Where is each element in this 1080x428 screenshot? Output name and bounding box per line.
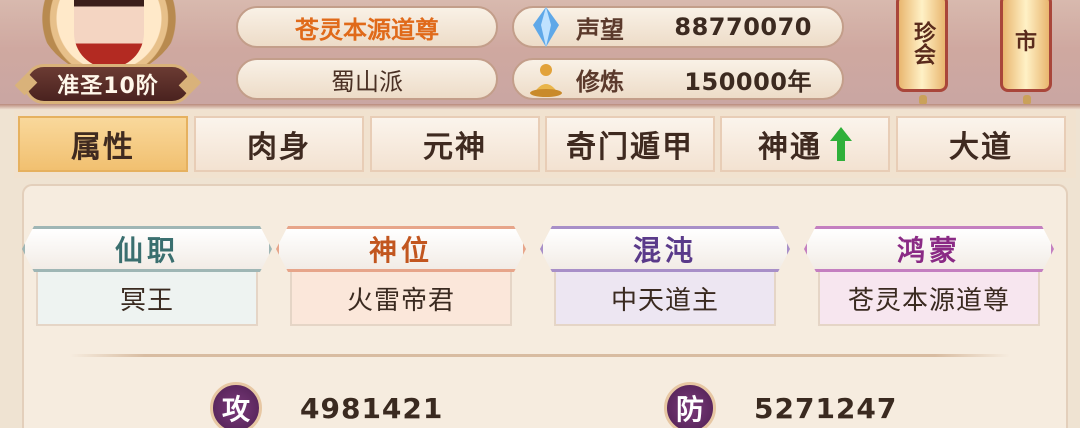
market-button[interactable]: 市 — [1000, 0, 1052, 105]
divider — [70, 354, 1010, 357]
title-category: 鸿蒙 — [804, 226, 1054, 272]
character-portrait — [74, 0, 144, 68]
defense-badge-icon: 防 — [664, 382, 716, 428]
cultivation-display: 修炼 150000年 — [512, 58, 844, 100]
tab-label: 神通 — [758, 130, 822, 165]
title-card-hongmeng[interactable]: 鸿蒙 苍灵本源道尊 — [804, 226, 1054, 326]
tab-attributes[interactable]: 属性 — [18, 116, 188, 172]
defense-stat: 防 5271247 — [664, 382, 897, 428]
tab-label: 属性 — [71, 130, 135, 165]
title-category: 仙职 — [22, 226, 272, 272]
tab-divine-power[interactable]: 神通 — [720, 116, 890, 172]
title-value: 中天道主 — [554, 272, 776, 326]
treasure-fair-label: 珍会 — [910, 21, 935, 65]
market-label: 市 — [1014, 30, 1037, 55]
rank-badge: 准圣10阶 — [24, 64, 192, 104]
title-card-chaos[interactable]: 混沌 中天道主 — [540, 226, 790, 326]
player-sect: 蜀山派 — [236, 58, 498, 100]
treasure-fair-button[interactable]: 珍会 — [896, 0, 948, 105]
cultivation-value: 150000年 — [684, 67, 812, 96]
tab-label: 肉身 — [247, 130, 311, 165]
player-title-name: 苍灵本源道尊 — [236, 6, 498, 48]
tab-label: 大道 — [949, 130, 1013, 165]
tab-qimen[interactable]: 奇门遁甲 — [545, 116, 715, 172]
player-header: 准圣10阶 苍灵本源道尊 蜀山派 声望 88770070 修炼 150000年 … — [0, 0, 1080, 110]
fame-label: 声望 — [576, 15, 624, 44]
title-value: 火雷帝君 — [290, 272, 512, 326]
meditation-icon — [526, 59, 566, 99]
scroll-knob-icon — [1023, 95, 1031, 105]
tab-spirit[interactable]: 元神 — [370, 116, 540, 172]
title-value: 苍灵本源道尊 — [818, 272, 1040, 326]
defense-value: 5271247 — [754, 391, 898, 425]
tab-great-dao[interactable]: 大道 — [896, 116, 1066, 172]
tab-bar: 属性 肉身 元神 奇门遁甲 神通 大道 — [14, 110, 1076, 178]
crystal-icon — [526, 7, 566, 47]
upgrade-arrow-icon — [830, 127, 852, 161]
fame-value: 88770070 — [674, 13, 812, 41]
attack-badge-icon: 攻 — [210, 382, 262, 428]
scroll-knob-icon — [919, 95, 927, 105]
attack-value: 4981421 — [300, 391, 444, 425]
title-value: 冥王 — [36, 272, 258, 326]
attributes-panel: 仙职 冥王 神位 火雷帝君 混沌 中天道主 鸿蒙 苍灵本源道尊 攻 498142… — [22, 184, 1068, 428]
tab-label: 奇门遁甲 — [566, 130, 694, 165]
title-card-divine-rank[interactable]: 神位 火雷帝君 — [276, 226, 526, 326]
tab-label: 元神 — [423, 130, 487, 165]
cultivation-label: 修炼 — [576, 67, 624, 96]
fame-display: 声望 88770070 — [512, 6, 844, 48]
title-category: 混沌 — [540, 226, 790, 272]
title-category: 神位 — [276, 226, 526, 272]
title-card-immortal-office[interactable]: 仙职 冥王 — [22, 226, 272, 326]
tab-body[interactable]: 肉身 — [194, 116, 364, 172]
attack-stat: 攻 4981421 — [210, 382, 443, 428]
